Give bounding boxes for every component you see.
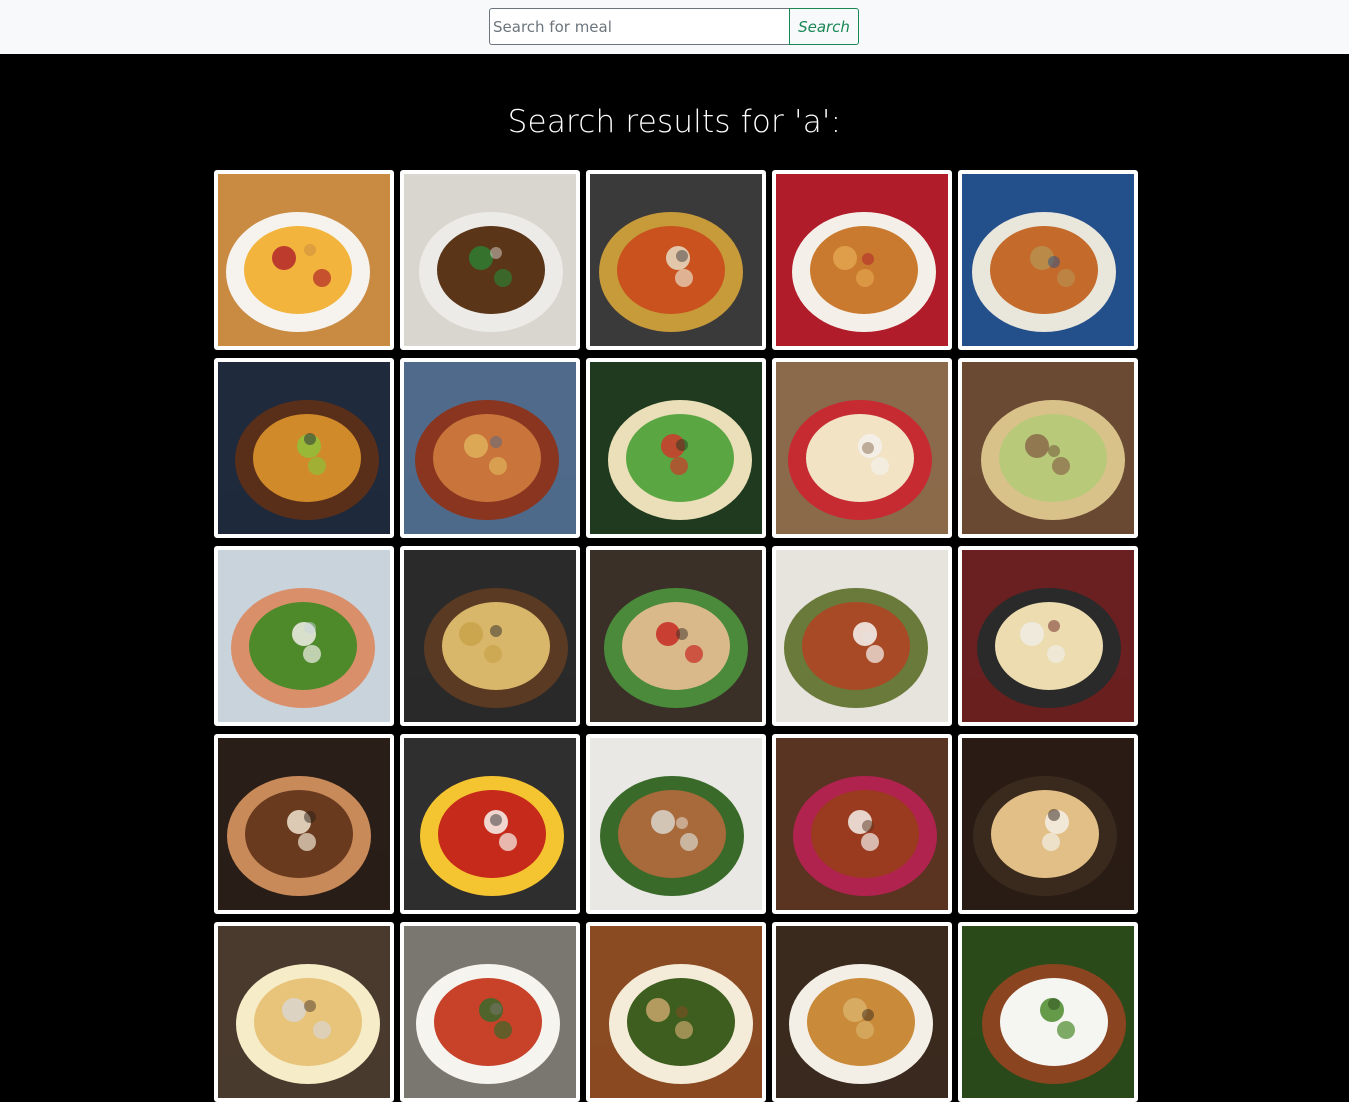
meal-card[interactable] (214, 170, 394, 350)
meal-card[interactable] (400, 546, 580, 726)
meal-card[interactable] (400, 170, 580, 350)
green-soup-icon (590, 926, 762, 1098)
cheese-bake-icon (218, 926, 390, 1098)
meal-card[interactable] (214, 358, 394, 538)
meal-card[interactable] (400, 358, 580, 538)
chicken-wrap-icon (590, 550, 762, 722)
meal-card[interactable] (772, 734, 952, 914)
meal-card[interactable] (958, 170, 1138, 350)
pancakes-icon (776, 362, 948, 534)
meal-card[interactable] (772, 922, 952, 1102)
meal-card[interactable] (586, 358, 766, 538)
top-navbar: Search (0, 0, 1349, 54)
search-input[interactable] (489, 8, 789, 45)
minestrone-bowl-icon (776, 550, 948, 722)
search-button[interactable]: Search (789, 8, 859, 45)
meal-grid (214, 170, 1138, 1102)
meal-card[interactable] (772, 170, 952, 350)
curry-bowl-icon (590, 174, 762, 346)
stuffed-bread-icon (776, 926, 948, 1098)
meal-card[interactable] (958, 546, 1138, 726)
noodles-chopsticks-icon (590, 738, 762, 910)
koshari-plate-icon (404, 362, 576, 534)
shakshuka-pan-icon (404, 738, 576, 910)
falafel-plate-icon (404, 174, 576, 346)
moussaka-pan-icon (404, 550, 576, 722)
braised-dish-icon (776, 738, 948, 910)
meal-card[interactable] (214, 734, 394, 914)
quiche-icon (962, 362, 1134, 534)
meal-card[interactable] (586, 922, 766, 1102)
sausage-kale-plate-icon (218, 550, 390, 722)
meal-card[interactable] (772, 546, 952, 726)
taco-plate-icon (590, 362, 762, 534)
meal-card[interactable] (400, 734, 580, 914)
meal-card[interactable] (586, 734, 766, 914)
meal-card[interactable] (958, 358, 1138, 538)
meal-card[interactable] (400, 922, 580, 1102)
search-form: Search (489, 8, 859, 45)
maple-pie-icon (218, 738, 390, 910)
burger-icon (218, 362, 390, 534)
meal-card[interactable] (586, 170, 766, 350)
meal-card[interactable] (958, 734, 1138, 914)
salad-plate-icon (962, 174, 1134, 346)
rice-fried-chicken-icon (962, 926, 1134, 1098)
lasagne-dish-icon (776, 174, 948, 346)
rock-cakes-icon (962, 738, 1134, 910)
meal-card[interactable] (958, 922, 1138, 1102)
udon-noodles-icon (962, 550, 1134, 722)
meal-card[interactable] (772, 358, 952, 538)
meal-card[interactable] (214, 546, 394, 726)
results-heading: Search results for 'a': (507, 104, 842, 140)
meal-card[interactable] (586, 546, 766, 726)
meal-card[interactable] (214, 922, 394, 1102)
soup-bowl-icon (218, 174, 390, 346)
mapo-tofu-bowl-icon (404, 926, 576, 1098)
